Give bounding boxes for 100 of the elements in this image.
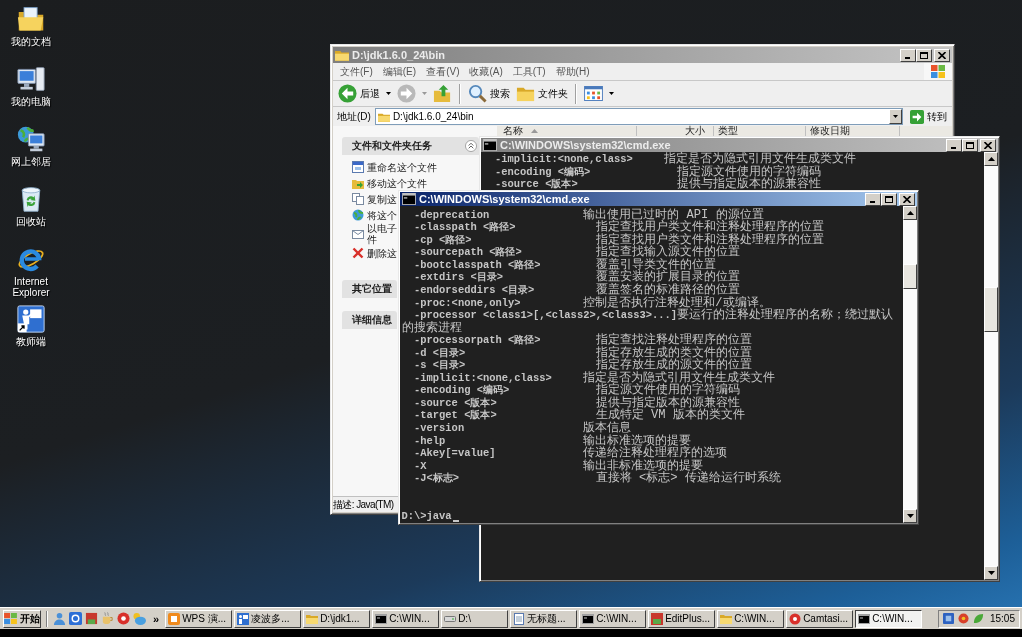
cursor-icon — [452, 519, 459, 522]
search-button[interactable]: 搜索 — [466, 81, 512, 106]
option-name: -cp <路径> — [414, 233, 472, 247]
scroll-thumb[interactable] — [903, 264, 917, 289]
task-link[interactable]: 删除这 — [352, 245, 397, 261]
notepad-icon — [513, 612, 526, 625]
task-link[interactable]: 将这个 — [352, 207, 397, 223]
menu-item[interactable]: 收藏(A) — [464, 64, 508, 79]
start-button[interactable]: 开始 — [3, 609, 41, 628]
taskbar-button[interactable]: C:\WIN... — [717, 609, 785, 628]
book-icon[interactable] — [85, 612, 98, 625]
option-name: -encoding <编码> — [414, 384, 510, 397]
scroll-down-button[interactable] — [984, 566, 998, 580]
minimize-button[interactable] — [946, 138, 962, 152]
task-link[interactable]: 移动这个文件 — [352, 175, 427, 191]
desktop-icon-label[interactable]: Internet Explorer — [2, 276, 60, 298]
up-arrow-icon — [906, 211, 914, 215]
caret-icon — [893, 115, 898, 118]
more-button[interactable]: » — [149, 612, 164, 625]
scroll-up-button[interactable] — [903, 206, 917, 220]
section-header[interactable]: 文件和文件夹任务 — [342, 137, 479, 155]
scrollbar[interactable] — [984, 152, 998, 580]
folders-button[interactable]: 文件夹 — [514, 81, 570, 106]
close-icon — [938, 51, 946, 59]
menu-item[interactable]: 帮助(H) — [550, 64, 595, 79]
close-button[interactable] — [934, 48, 950, 62]
taskbar-button[interactable]: 凌波多... — [234, 609, 302, 628]
go-button[interactable]: 转到 — [907, 108, 950, 125]
back-button[interactable]: 后退 — [336, 81, 393, 106]
menu-item[interactable]: 查看(V) — [421, 64, 465, 79]
taskbar-button[interactable]: Camtasi... — [786, 609, 854, 628]
option-description: 提供与指定版本的源兼容性 — [676, 178, 821, 192]
taskbar-button[interactable]: D:\jdk1... — [303, 609, 371, 628]
taskbar-button[interactable]: 无标题... — [510, 609, 578, 628]
command-prompt[interactable]: D:\>java — [401, 509, 452, 523]
disc-icon[interactable] — [957, 613, 969, 624]
taskbar-button[interactable]: C:\WIN... — [855, 609, 923, 628]
scroll-thumb[interactable] — [984, 287, 998, 332]
option-name: -processorpath <路径> — [414, 334, 541, 347]
folder-icon — [720, 612, 733, 625]
envelope-icon — [352, 228, 364, 240]
forward-arrow-icon — [397, 84, 416, 103]
desktop-icon-label[interactable]: 网上邻居 — [11, 156, 51, 167]
network-computer-icon[interactable] — [17, 125, 45, 153]
option-name: -encoding <编码> — [495, 165, 591, 178]
close-button[interactable] — [980, 138, 996, 152]
desktop-icon-label[interactable]: 教师端 — [16, 336, 46, 347]
delete-icon — [352, 247, 364, 259]
option-name: -source <版本> — [414, 396, 497, 409]
flag-logo-icon — [4, 613, 17, 624]
address-label: 地址(D) — [337, 109, 371, 124]
taskbar-button[interactable]: WPS 演... — [165, 609, 233, 628]
status-text: 描述: Java(TM) — [333, 497, 394, 512]
taskbar-button[interactable]: EditPlus... — [648, 609, 716, 628]
minimize-button[interactable] — [900, 48, 916, 62]
slides-icon — [168, 612, 181, 625]
maximize-button[interactable] — [916, 48, 932, 62]
option-name: -processor <class1>[,<class2>,<class3>...] — [414, 309, 678, 322]
task-link[interactable]: 重命名这个文件 — [352, 159, 437, 175]
computer-icon[interactable] — [17, 65, 45, 93]
option-description: 指定是否为隐式引用文件生成类文件 — [664, 153, 857, 166]
section-title: 详细信息 — [352, 313, 392, 327]
maximize-button[interactable] — [962, 138, 978, 152]
tile-icon[interactable] — [942, 613, 954, 624]
minimize-button[interactable] — [865, 192, 881, 206]
menu-item[interactable]: 编辑(E) — [377, 64, 422, 79]
window-title: D:\jdk1.6.0_24\bin — [352, 49, 445, 61]
scrollbar[interactable] — [903, 206, 917, 523]
console-icon — [858, 612, 871, 625]
ring-tile-icon[interactable] — [69, 612, 82, 625]
close-icon — [903, 195, 911, 203]
taskbar-button[interactable]: C:\WIN... — [579, 609, 647, 628]
close-button[interactable] — [899, 192, 915, 206]
caret-icon — [386, 92, 391, 95]
collapse-chevron-icon[interactable] — [465, 140, 477, 152]
dropdown-button[interactable] — [889, 109, 902, 124]
close-icon — [984, 141, 992, 149]
document-folder-icon[interactable] — [17, 5, 45, 33]
menu-item[interactable]: 工具(T) — [507, 64, 551, 79]
scroll-up-button[interactable] — [984, 152, 998, 166]
desktop-icon-label[interactable]: 回收站 — [16, 216, 46, 227]
task-link[interactable]: 复制这 — [352, 191, 397, 207]
record-icon[interactable] — [117, 612, 130, 625]
clock[interactable]: 15:05 — [989, 613, 1015, 624]
address-field[interactable]: D:\jdk1.6.0_24\bin — [374, 108, 903, 125]
search-icon — [468, 84, 487, 103]
taskbar-button[interactable]: C:\WIN... — [372, 609, 440, 628]
scroll-down-button[interactable] — [903, 509, 917, 523]
task-link[interactable]: 以电子件 — [352, 223, 397, 245]
desktop-icon-label[interactable]: 我的电脑 — [11, 96, 51, 107]
teacher-shortcut-icon[interactable] — [17, 305, 45, 333]
option-name: -implicit:<none,class> — [495, 153, 633, 166]
option-name: -d <目录> — [414, 346, 466, 360]
desktop-icon-label[interactable]: 我的文档 — [11, 36, 51, 47]
section-header[interactable]: 其它位置 — [342, 280, 397, 298]
section-header[interactable]: 详细信息 — [342, 311, 397, 329]
menu-item[interactable]: 文件(F) — [335, 64, 378, 79]
back-arrow-icon — [338, 84, 357, 103]
maximize-button[interactable] — [881, 192, 897, 206]
taskbar-button[interactable]: D:\ — [441, 609, 509, 628]
